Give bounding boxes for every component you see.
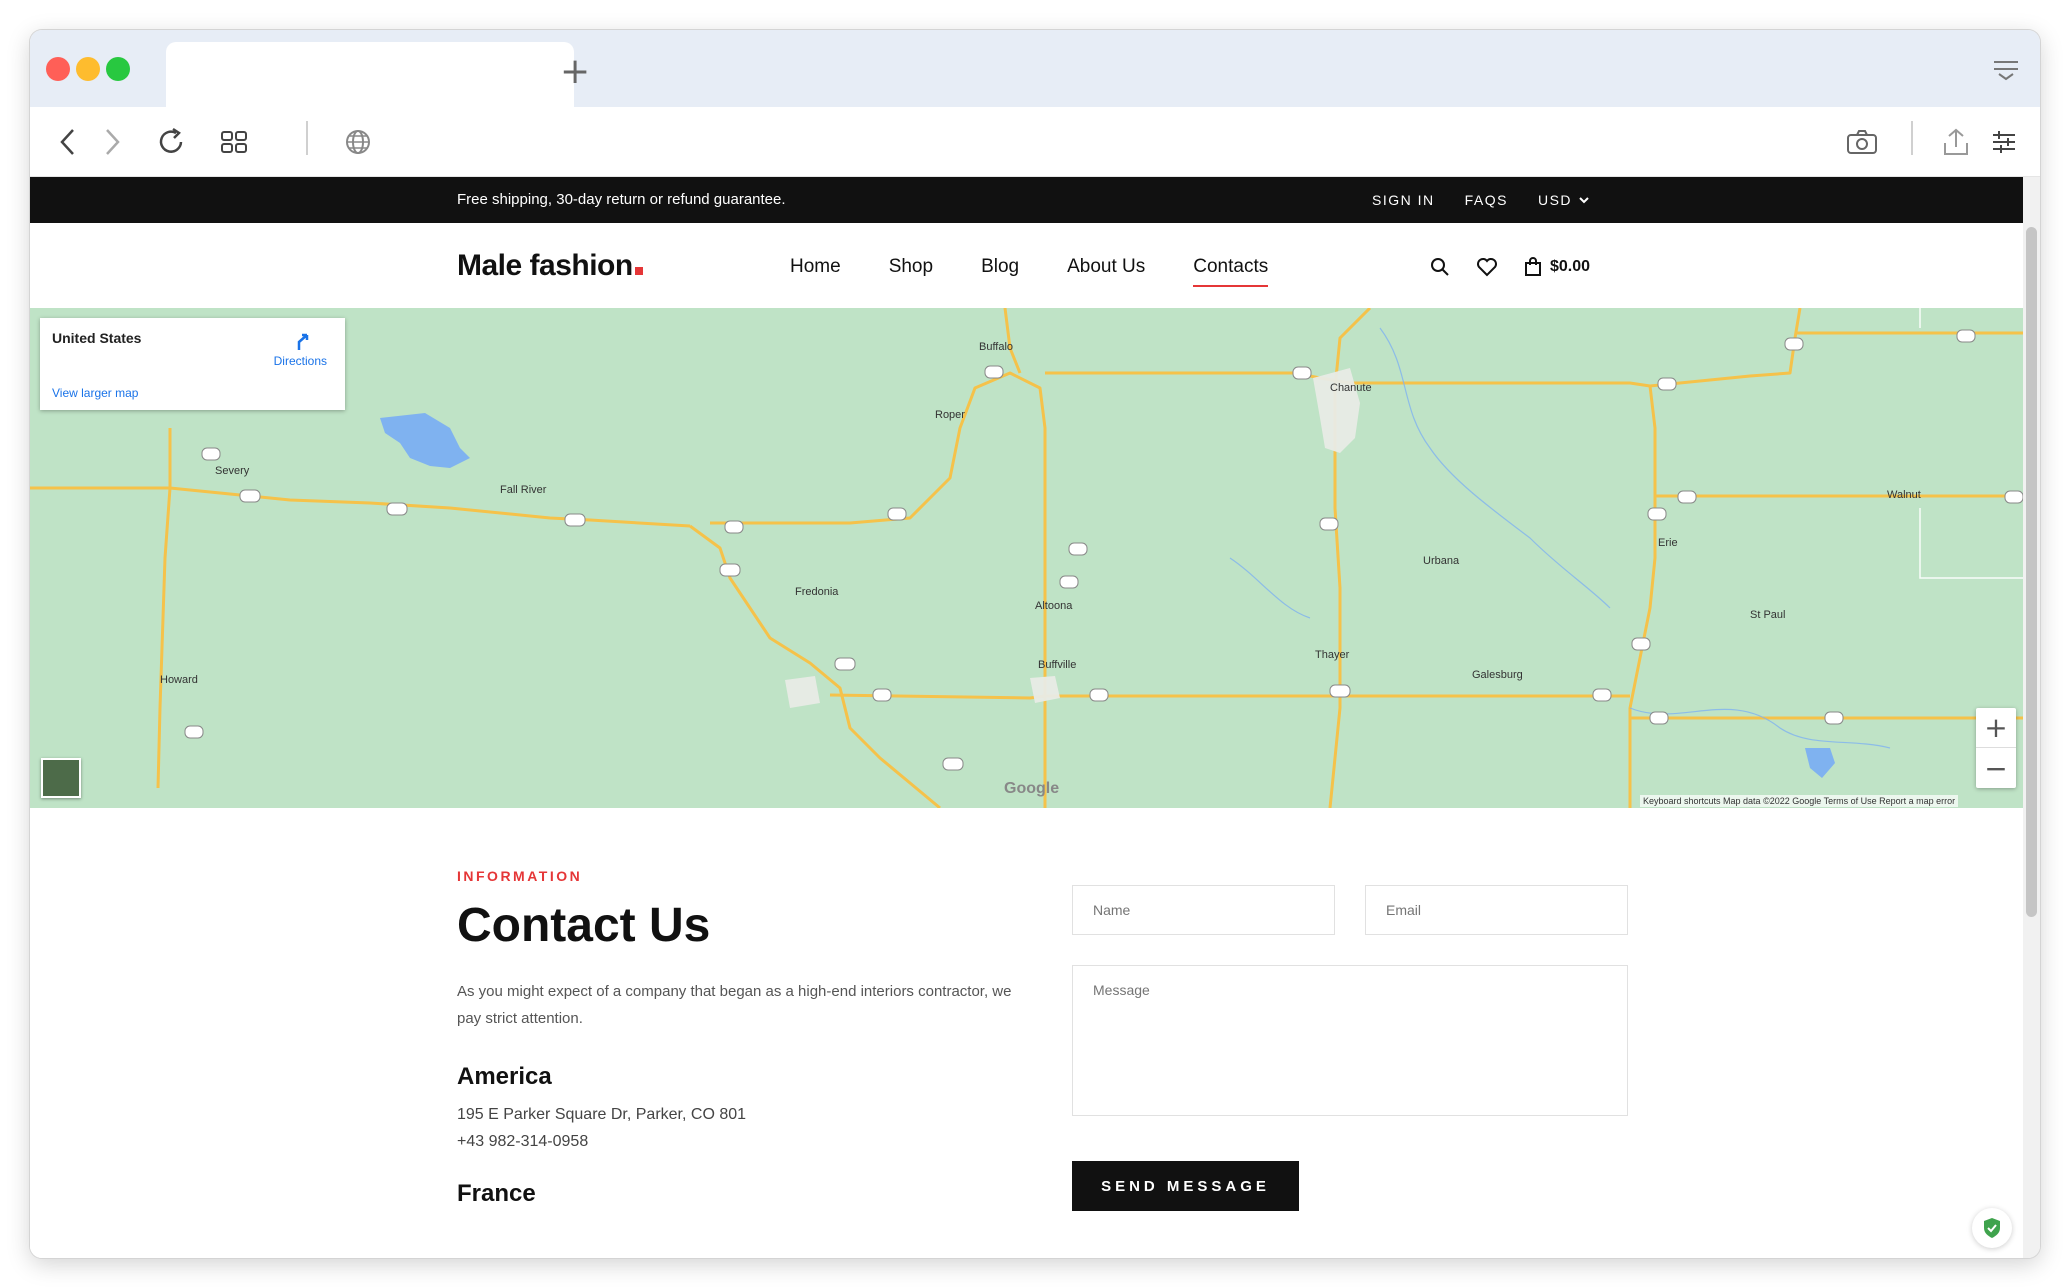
directions-link[interactable]: Directions [274, 354, 327, 368]
svg-text:Walnut: Walnut [1887, 489, 1921, 501]
zoom-in-button[interactable]: + [1976, 708, 2016, 748]
page-title: Contact Us [457, 899, 711, 952]
settings-sliders-icon[interactable] [1984, 107, 2024, 177]
minimize-window-button[interactable] [76, 57, 100, 81]
faqs-link[interactable]: FAQS [1465, 192, 1508, 208]
browser-window: + Free shipping, 30-day return or refund… [30, 30, 2040, 1258]
nav-shop[interactable]: Shop [889, 256, 933, 278]
toolbar-divider [306, 121, 308, 155]
svg-text:St Paul: St Paul [1750, 609, 1785, 621]
name-field[interactable] [1072, 885, 1335, 935]
svg-text:Altoona: Altoona [1035, 600, 1073, 612]
tab-bar: + [30, 30, 2040, 107]
new-tab-button[interactable]: + [560, 54, 590, 90]
office-name: France [457, 1180, 536, 1207]
camera-icon[interactable] [1842, 107, 1882, 177]
contact-section: INFORMATION Contact Us As you might expe… [30, 808, 2023, 1258]
email-field[interactable] [1365, 885, 1628, 935]
cart-total: $0.00 [1550, 258, 1591, 275]
maximize-window-button[interactable] [106, 57, 130, 81]
tab-grid-icon[interactable] [214, 107, 254, 177]
zoom-controls: + − [1976, 708, 2016, 788]
sign-in-link[interactable]: SIGN IN [1372, 192, 1435, 208]
svg-text:Fall River: Fall River [500, 484, 547, 496]
svg-text:Thayer: Thayer [1315, 649, 1350, 661]
map-location-title: United States [52, 330, 142, 346]
map-info-card: United States Directions View larger map [40, 318, 345, 410]
reload-icon[interactable] [150, 107, 192, 177]
currency-selector[interactable]: USD [1538, 192, 1590, 208]
svg-text:Severy: Severy [215, 465, 250, 477]
currency-label: USD [1537, 192, 1573, 208]
back-icon[interactable] [48, 107, 88, 177]
share-icon[interactable] [1936, 107, 1976, 177]
site-logo[interactable]: Male fashion [457, 249, 643, 283]
google-map[interactable]: Buffalo Chanute Roper Severy Fall River Wal… [30, 308, 2023, 808]
office-france: France [457, 1180, 536, 1208]
scrollbar-thumb[interactable] [2026, 227, 2037, 917]
nav-contacts[interactable]: Contacts [1193, 256, 1268, 287]
send-message-button[interactable]: SEND MESSAGE [1072, 1161, 1299, 1211]
svg-text:Galesburg: Galesburg [1472, 669, 1523, 681]
security-shield-icon[interactable] [1972, 1208, 2012, 1248]
browser-toolbar [30, 107, 2040, 177]
search-icon[interactable] [1430, 257, 1450, 277]
close-window-button[interactable] [46, 57, 70, 81]
section-eyebrow: INFORMATION [457, 868, 583, 884]
chevron-down-icon [1579, 197, 1589, 204]
web-page: Free shipping, 30-day return or refund g… [30, 177, 2023, 1258]
directions-icon[interactable] [293, 330, 313, 352]
contact-description: As you might expect of a company that be… [457, 983, 1012, 1027]
svg-text:Urbana: Urbana [1423, 555, 1460, 567]
tab-menu-icon[interactable] [1992, 58, 2020, 82]
view-larger-map-link[interactable]: View larger map [52, 386, 138, 400]
map-attribution[interactable]: Keyboard shortcuts Map data ©2022 Google… [1640, 795, 1959, 807]
page-scrollbar[interactable] [2023, 177, 2040, 1258]
globe-icon[interactable] [338, 107, 378, 177]
logo-dot [634, 267, 643, 275]
message-field[interactable] [1072, 965, 1628, 1116]
toolbar-divider-right [1911, 121, 1913, 155]
zoom-out-button[interactable]: − [1976, 748, 2016, 788]
promo-text: Free shipping, 30-day return or refund g… [457, 191, 786, 208]
cart-button[interactable]: $0.00 [1524, 257, 1590, 277]
main-nav: Home Shop Blog About Us Contacts [790, 256, 1316, 287]
svg-text:Erie: Erie [1658, 537, 1678, 549]
active-tab[interactable] [166, 42, 574, 107]
announcement-bar: Free shipping, 30-day return or refund g… [30, 177, 2023, 223]
nav-home[interactable]: Home [790, 256, 841, 278]
office-america: America 195 E Parker Square Dr, Parker, … [457, 1063, 746, 1155]
shopping-bag-icon [1525, 257, 1541, 276]
svg-text:Roper: Roper [935, 409, 965, 421]
office-name: America [457, 1063, 552, 1090]
svg-text:Buffalo: Buffalo [979, 341, 1013, 353]
svg-text:Howard: Howard [160, 674, 198, 686]
site-header: Male fashion Home Shop Blog About Us Con… [30, 223, 2023, 308]
office-address: 195 E Parker Square Dr, Parker, CO 801 [457, 1106, 747, 1123]
google-logo: Google [1004, 780, 1060, 797]
forward-icon[interactable] [92, 107, 132, 177]
heart-icon[interactable] [1476, 257, 1498, 277]
svg-text:Buffville: Buffville [1038, 659, 1076, 671]
brand-name: Male fashion [457, 249, 633, 282]
office-phone: +43 982-314-0958 [457, 1133, 589, 1150]
nav-blog[interactable]: Blog [981, 256, 1019, 278]
svg-text:Fredonia: Fredonia [795, 586, 839, 598]
nav-about-us[interactable]: About Us [1067, 256, 1145, 278]
svg-text:Chanute: Chanute [1330, 382, 1372, 394]
satellite-toggle[interactable] [41, 758, 81, 798]
